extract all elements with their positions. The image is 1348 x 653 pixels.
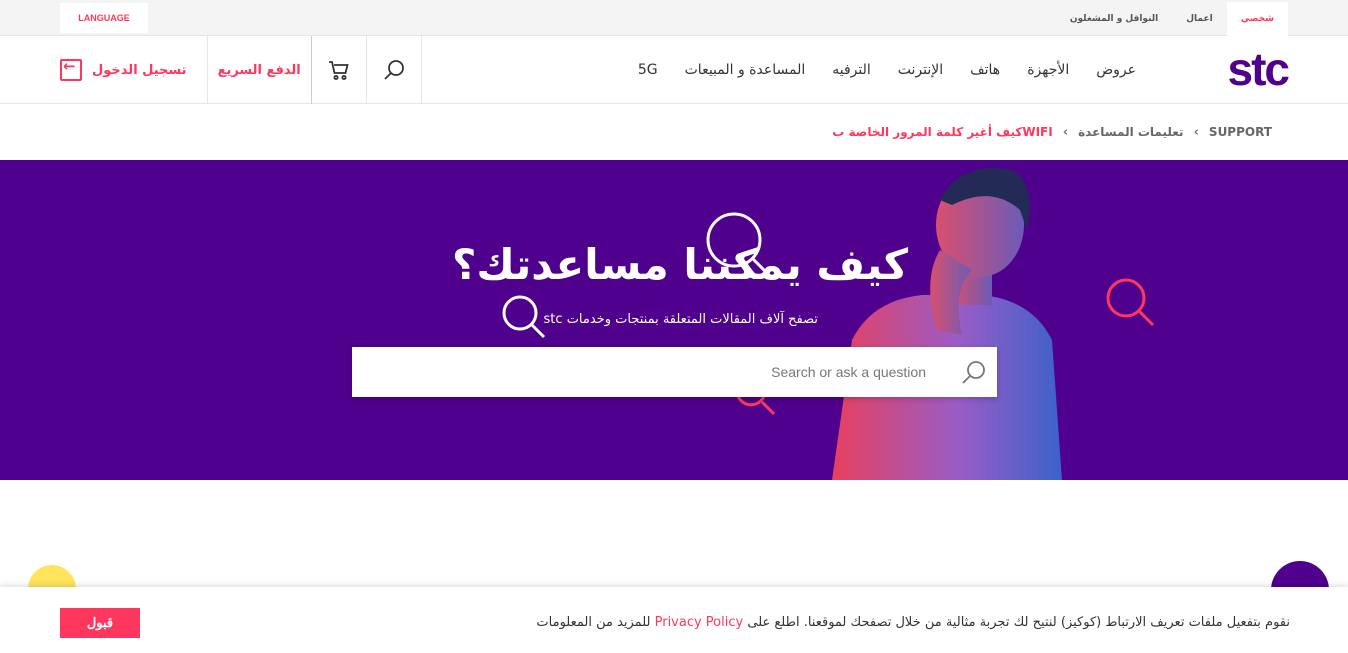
search-icon xyxy=(384,60,404,80)
breadcrumb-help-instructions[interactable]: تعليمات المساعدة xyxy=(1078,125,1183,139)
tab-business[interactable]: اعمال xyxy=(1172,2,1226,36)
cookie-text-before: نقوم بتفعيل ملفات تعريف الارتباط (كوكيز)… xyxy=(747,615,1290,630)
tab-personal[interactable]: شخصي xyxy=(1226,2,1288,36)
login-button[interactable]: تسجيل الدخول xyxy=(40,36,207,104)
logout-arrow-icon xyxy=(60,57,82,81)
nav-actions: تسجيل الدخول الدفع السريع xyxy=(40,36,422,104)
header-search-button[interactable] xyxy=(367,36,422,104)
hero-subtitle: تصفح آلاف المقالات المتعلقة بمنتجات وخدم… xyxy=(543,312,818,327)
nav-item-internet[interactable]: الإنترنت xyxy=(898,62,943,78)
accept-cookies-button[interactable]: قبول xyxy=(60,608,140,638)
nav-item-help-sales[interactable]: المساعدة و المبيعات xyxy=(685,62,806,78)
nav-item-devices[interactable]: الأجهزة xyxy=(1027,62,1069,78)
breadcrumb-current: كيف أغير كلمة المرور الخاصة بWIFI xyxy=(832,125,1053,139)
cart-icon xyxy=(328,61,349,80)
breadcrumb: SUPPORT ‹ تعليمات المساعدة ‹ كيف أغير كل… xyxy=(832,104,1272,160)
nav-item-offers[interactable]: عروض xyxy=(1096,62,1136,78)
nav-item-mobile[interactable]: هاتف xyxy=(970,62,1000,78)
language-button[interactable]: LANGUAGE xyxy=(60,3,148,33)
login-label: تسجيل الدخول xyxy=(92,62,187,78)
nav-links: عروض الأجهزة هاتف الإنترنت الترفيه المسا… xyxy=(638,36,1136,104)
main-nav: stc عروض الأجهزة هاتف الإنترنت الترفيه ا… xyxy=(0,36,1348,104)
utility-bar: LANGUAGE شخصي اعمال النواقل و المشغلون xyxy=(0,0,1348,36)
magnifier-decoration-icon xyxy=(1106,278,1155,327)
chevron-left-icon: ‹ xyxy=(1193,124,1199,140)
hero-banner: كيف يمكننا مساعدتك؟ تصفح آلاف المقالات ا… xyxy=(0,160,1348,480)
cookie-message: نقوم بتفعيل ملفات تعريف الارتباط (كوكيز)… xyxy=(536,615,1290,630)
cart-button[interactable] xyxy=(312,36,367,104)
privacy-policy-link[interactable]: Privacy Policy xyxy=(655,615,744,630)
hero-title: كيف يمكننا مساعدتك؟ xyxy=(452,240,908,289)
tab-carriers[interactable]: النواقل و المشغلون xyxy=(1056,2,1172,36)
search-icon[interactable] xyxy=(961,359,987,385)
cookie-banner: نقوم بتفعيل ملفات تعريف الارتباط (كوكيز)… xyxy=(0,587,1348,653)
person-illustration xyxy=(832,168,1062,480)
quick-pay-button[interactable]: الدفع السريع xyxy=(206,36,312,104)
cookie-text-after: للمزيد من المعلومات xyxy=(536,615,651,630)
breadcrumb-support[interactable]: SUPPORT xyxy=(1209,125,1272,139)
hero-search-input[interactable] xyxy=(362,347,962,397)
segment-tabs: شخصي اعمال النواقل و المشغلون xyxy=(1056,2,1288,36)
stc-logo[interactable]: stc xyxy=(1228,46,1291,92)
chevron-left-icon: ‹ xyxy=(1062,124,1069,140)
magnifier-decoration-icon xyxy=(502,295,546,339)
nav-item-entertainment[interactable]: الترفيه xyxy=(832,62,871,78)
nav-item-5g[interactable]: 5G xyxy=(638,62,658,78)
hero-search-box xyxy=(352,347,997,397)
